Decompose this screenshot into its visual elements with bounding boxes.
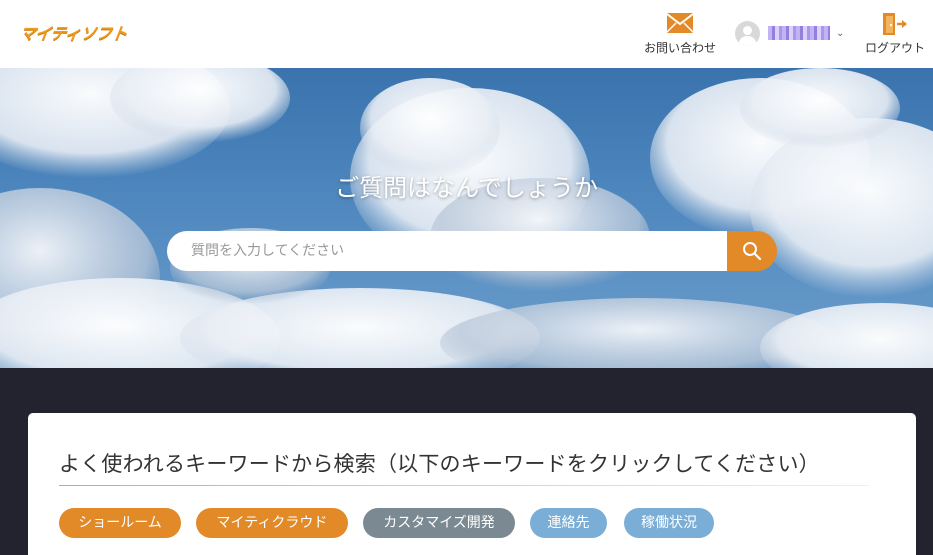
contact-link[interactable]: お問い合わせ [640, 10, 720, 60]
keyword-tag-mighty-cloud[interactable]: マイティクラウド [196, 508, 348, 538]
keyword-tag-operation-status[interactable]: 稼働状況 [624, 508, 714, 538]
search-icon [743, 242, 762, 261]
brand-logo[interactable]: マイティソフト [18, 20, 129, 44]
keyword-tag-customize-development[interactable]: カスタマイズ開発 [363, 508, 515, 538]
avatar-icon [735, 20, 760, 46]
hero-banner: ご質問はなんでしょうか [0, 68, 933, 368]
top-header: マイティソフト お問い合わせ ■■■■■ ⌄ ログアウト [0, 0, 933, 68]
keyword-tag-contact[interactable]: 連絡先 [530, 508, 607, 538]
search-input[interactable] [167, 231, 729, 271]
keyword-card: よく使われるキーワードから検索（以下のキーワードをクリックしてください） ショー… [28, 413, 916, 555]
hero-title: ご質問はなんでしょうか [335, 174, 598, 202]
keyword-tag-showroom[interactable]: ショールーム [59, 508, 181, 538]
user-menu[interactable]: ■■■■■ ⌄ [735, 20, 844, 46]
search-button[interactable] [727, 231, 777, 271]
user-name: ■■■■■ [768, 26, 830, 40]
contact-label: お問い合わせ [643, 41, 716, 55]
logout-door-icon [883, 13, 907, 35]
logout-label: ログアウト [864, 41, 925, 55]
title-divider [59, 485, 869, 486]
keyword-section-title: よく使われるキーワードから検索（以下のキーワードをクリックしてください） [59, 452, 820, 476]
chevron-down-icon: ⌄ [836, 27, 845, 39]
search-box [167, 231, 777, 271]
logout-link[interactable]: ログアウト [860, 10, 930, 60]
cloud-background [0, 68, 933, 368]
mail-icon [666, 13, 694, 33]
